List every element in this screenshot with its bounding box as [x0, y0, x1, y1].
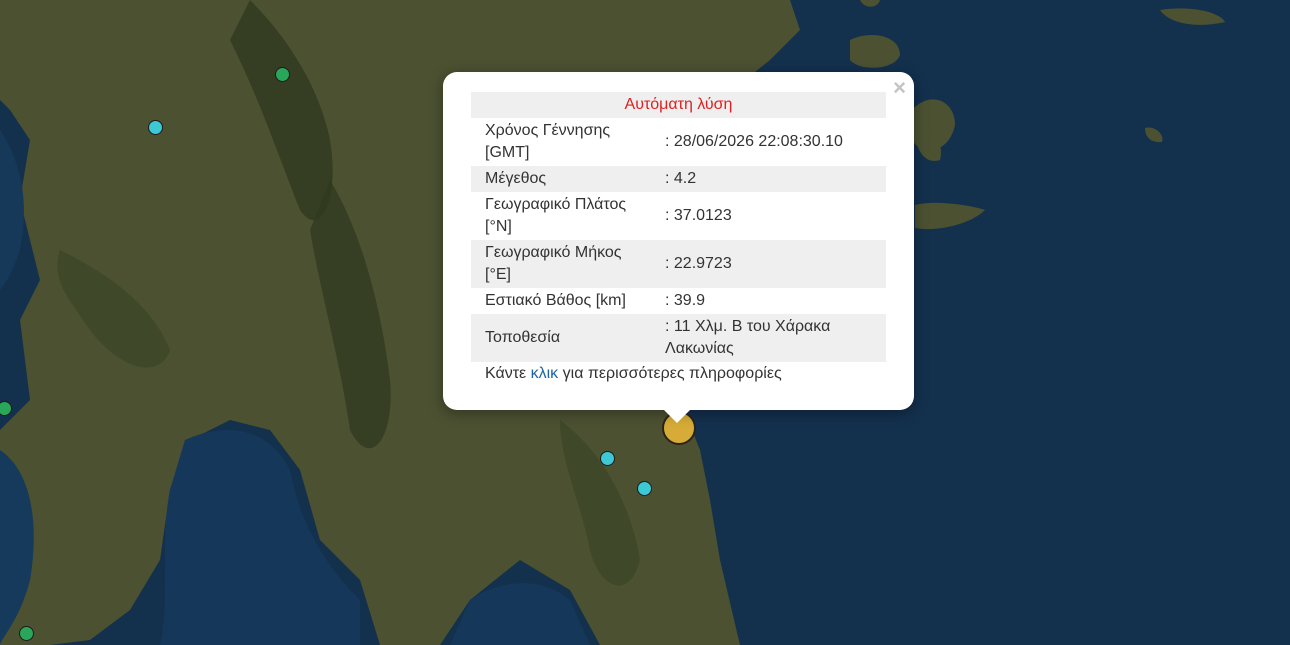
latitude-label: Γεωγραφικό Πλάτος [°N] [485, 196, 627, 235]
more-info-prefix: Κάντε [485, 365, 531, 382]
popup-header-row: Αυτόματη λύση [471, 92, 886, 118]
map-marker-green[interactable] [275, 67, 290, 82]
origin-time-value: : 28/06/2026 22:08:30.10 [665, 133, 843, 150]
table-row: Χρόνος Γέννησης [GMT] : 28/06/2026 22:08… [471, 118, 886, 166]
table-row: Γεωγραφικό Πλάτος [°N] : 37.0123 [471, 192, 886, 240]
more-info-link[interactable]: κλικ [531, 365, 559, 382]
popup-header: Αυτόματη λύση [471, 92, 886, 118]
map-marker-green[interactable] [19, 626, 34, 641]
earthquake-info-table: Αυτόματη λύση Χρόνος Γέννησης [GMT] : 28… [471, 92, 886, 362]
location-value: : 11 Χλμ. Β του Χάρακα Λακωνίας [651, 314, 886, 362]
map-marker-cyan[interactable] [600, 451, 615, 466]
map-marker-cyan[interactable] [148, 120, 163, 135]
depth-label: Εστιακό Βάθος [km] [485, 292, 626, 309]
earthquake-popup: × Αυτόματη λύση Χρόνος Γέννησης [GMT] : … [443, 72, 914, 423]
popup-tip [663, 409, 691, 423]
table-row: Γεωγραφικό Μήκος [°E] : 22.9723 [471, 240, 886, 288]
longitude-label: Γεωγραφικό Μήκος [°E] [471, 240, 651, 288]
longitude-value: : 22.9723 [651, 240, 886, 288]
map-marker-cyan[interactable] [637, 481, 652, 496]
more-info-line: Κάντε κλικ για περισσότερες πληροφορίες [471, 362, 886, 383]
location-label: Τοποθεσία [471, 314, 651, 362]
magnitude-label: Μέγεθος [471, 166, 651, 192]
origin-time-label: Χρόνος Γέννησης [GMT] [485, 122, 611, 161]
more-info-suffix: για περισσότερες πληροφορίες [558, 365, 782, 382]
depth-value: : 39.9 [665, 292, 706, 309]
magnitude-value: : 4.2 [651, 166, 886, 192]
table-row: Μέγεθος : 4.2 [471, 166, 886, 192]
table-row: Εστιακό Βάθος [km] : 39.9 [471, 288, 886, 314]
latitude-value: : 37.0123 [665, 207, 732, 224]
close-icon[interactable]: × [893, 77, 906, 99]
table-row: Τοποθεσία : 11 Χλμ. Β του Χάρακα Λακωνία… [471, 314, 886, 362]
